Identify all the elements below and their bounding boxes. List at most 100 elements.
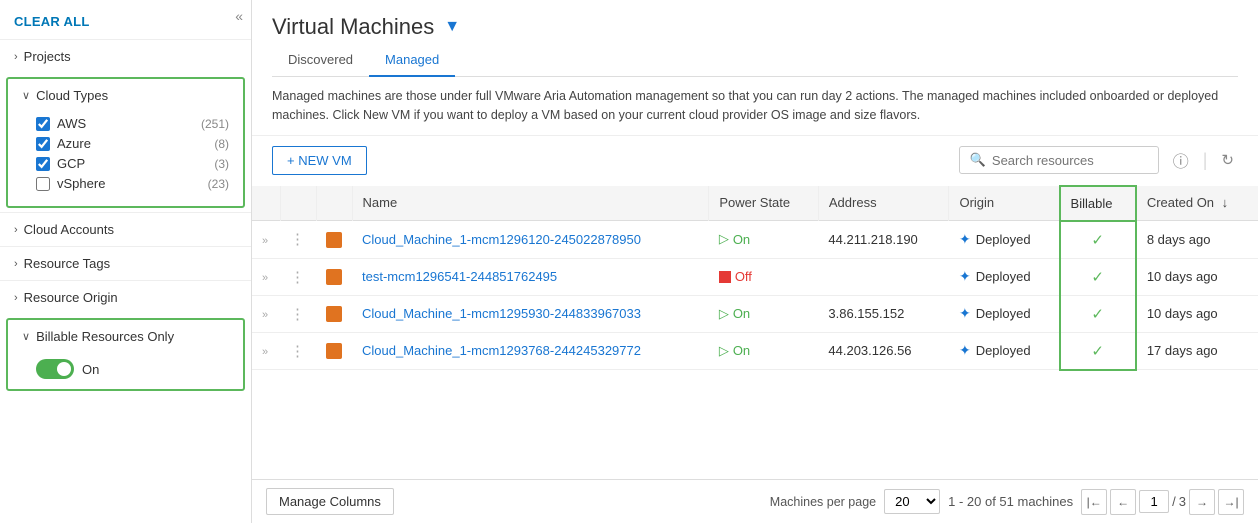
cloud-type-aws-checkbox[interactable] [36,117,50,131]
sidebar: « CLEAR ALL › Projects ∨ Cloud Types AWS… [0,0,252,523]
vm-table: Name Power State Address Origin Billable… [252,185,1258,371]
vm-icon-cell [316,295,352,332]
billable-check-icon: ✓ [1091,306,1104,323]
cloud-types-section: ∨ Cloud Types AWS (251) Azure (8) GCP (3… [6,77,245,208]
next-page-button[interactable]: → [1189,489,1215,515]
actions-cell[interactable]: ⋮ [280,295,316,332]
address-cell: 3.86.155.152 [818,295,949,332]
table-footer: Manage Columns Machines per page 20 50 1… [252,479,1258,523]
expand-cell[interactable]: » [252,221,280,259]
prev-page-button[interactable]: ← [1110,489,1136,515]
search-input[interactable] [992,153,1148,168]
vm-name-link[interactable]: Cloud_Machine_1-mcm1295930-244833967033 [362,306,641,321]
clear-all-button[interactable]: CLEAR ALL [0,0,251,39]
table-row: » ⋮ Cloud_Machine_1-mcm1295930-244833967… [252,295,1258,332]
billable-toggle-switch[interactable] [36,359,74,379]
resource-tags-header[interactable]: › Resource Tags [0,247,251,280]
created-on-cell: 17 days ago [1136,332,1258,370]
col-name[interactable]: Name [352,186,709,221]
cloud-type-vsphere-count: (23) [208,177,229,191]
power-state-cell: Off [709,258,819,295]
per-page-select[interactable]: 20 50 100 [884,489,940,514]
divider: | [1203,150,1208,171]
cloud-type-azure-checkbox[interactable] [36,137,50,151]
cloud-type-vsphere-checkbox[interactable] [36,177,50,191]
billable-check-icon: ✓ [1091,269,1104,286]
cloud-type-vsphere-label: vSphere [57,176,202,191]
resource-origin-section: › Resource Origin [0,280,251,314]
cloud-type-gcp-label: GCP [57,156,208,171]
col-origin[interactable]: Origin [949,186,1060,221]
origin-icon: ✦ [959,268,971,285]
col-power-state[interactable]: Power State [709,186,819,221]
vm-name-link[interactable]: Cloud_Machine_1-mcm1293768-244245329772 [362,343,641,358]
play-icon: ▷ [719,306,729,322]
projects-section: › Projects [0,39,251,73]
expand-arrows-icon: » [262,272,268,284]
origin-text: Deployed [976,306,1031,321]
billable-cell: ✓ [1060,295,1136,332]
col-actions [280,186,316,221]
cloud-accounts-header[interactable]: › Cloud Accounts [0,213,251,246]
row-actions-icon: ⋮ [290,343,306,360]
billable-header[interactable]: ∨ Billable Resources Only [8,320,243,353]
address-cell: 44.203.126.56 [818,332,949,370]
actions-cell[interactable]: ⋮ [280,332,316,370]
expand-cell[interactable]: » [252,295,280,332]
created-on-cell: 10 days ago [1136,295,1258,332]
billable-cell: ✓ [1060,258,1136,295]
resource-origin-header[interactable]: › Resource Origin [0,281,251,314]
sidebar-collapse-button[interactable]: « [235,8,243,24]
filter-icon[interactable]: ▼ [444,18,460,36]
refresh-icon[interactable]: ↻ [1217,151,1238,169]
col-billable[interactable]: Billable [1060,186,1136,221]
main-content: Virtual Machines ▼ Discovered Managed Ma… [252,0,1258,523]
expand-arrows-icon: » [262,235,268,247]
col-address[interactable]: Address [818,186,949,221]
expand-arrows-icon: » [262,309,268,321]
total-pages: 3 [1179,494,1186,509]
origin-content: ✦ Deployed [959,342,1049,359]
table-row: » ⋮ test-mcm1296541-244851762495 Off ✦ [252,258,1258,295]
origin-cell: ✦ Deployed [949,332,1060,370]
row-actions-icon: ⋮ [290,269,306,286]
vm-name-link[interactable]: Cloud_Machine_1-mcm1296120-245022878950 [362,232,641,247]
new-vm-button[interactable]: + NEW VM [272,146,367,175]
vm-icon-cell [316,221,352,259]
cloud-types-label: Cloud Types [36,88,108,103]
expand-cell[interactable]: » [252,332,280,370]
col-created-on[interactable]: Created On ↓ [1136,186,1258,221]
projects-header[interactable]: › Projects [0,40,251,73]
resource-tags-arrow: › [14,258,18,270]
stop-icon [719,271,731,283]
cloud-type-gcp-checkbox[interactable] [36,157,50,171]
actions-cell[interactable]: ⋮ [280,258,316,295]
expand-cell[interactable]: » [252,258,280,295]
cloud-types-body: AWS (251) Azure (8) GCP (3) vSphere (23) [8,112,243,206]
billable-check-icon: ✓ [1091,343,1104,360]
origin-text: Deployed [976,343,1031,358]
manage-columns-button[interactable]: Manage Columns [266,488,394,515]
actions-cell[interactable]: ⋮ [280,221,316,259]
tab-managed[interactable]: Managed [369,44,455,77]
cloud-accounts-label: Cloud Accounts [24,222,114,237]
last-page-button[interactable]: →| [1218,489,1244,515]
info-icon[interactable]: ⓘ [1169,148,1193,172]
play-icon: ▷ [719,343,729,359]
name-cell: Cloud_Machine_1-mcm1293768-244245329772 [352,332,709,370]
cloud-type-azure-label: Azure [57,136,208,151]
page-number-input[interactable] [1139,490,1169,513]
resource-tags-section: › Resource Tags [0,246,251,280]
vm-type-icon [326,232,342,248]
vm-name-link[interactable]: test-mcm1296541-244851762495 [362,269,557,284]
machines-per-page-label: Machines per page [770,495,876,509]
cloud-types-header[interactable]: ∨ Cloud Types [8,79,243,112]
cloud-type-aws-item: AWS (251) [36,116,229,131]
billable-section: ∨ Billable Resources Only On [6,318,245,391]
resource-origin-label: Resource Origin [24,290,118,305]
first-page-button[interactable]: |← [1081,489,1107,515]
billable-label: Billable Resources Only [36,329,174,344]
cloud-type-aws-label: AWS [57,116,195,131]
page-separator: / [1172,494,1176,509]
tab-discovered[interactable]: Discovered [272,44,369,77]
